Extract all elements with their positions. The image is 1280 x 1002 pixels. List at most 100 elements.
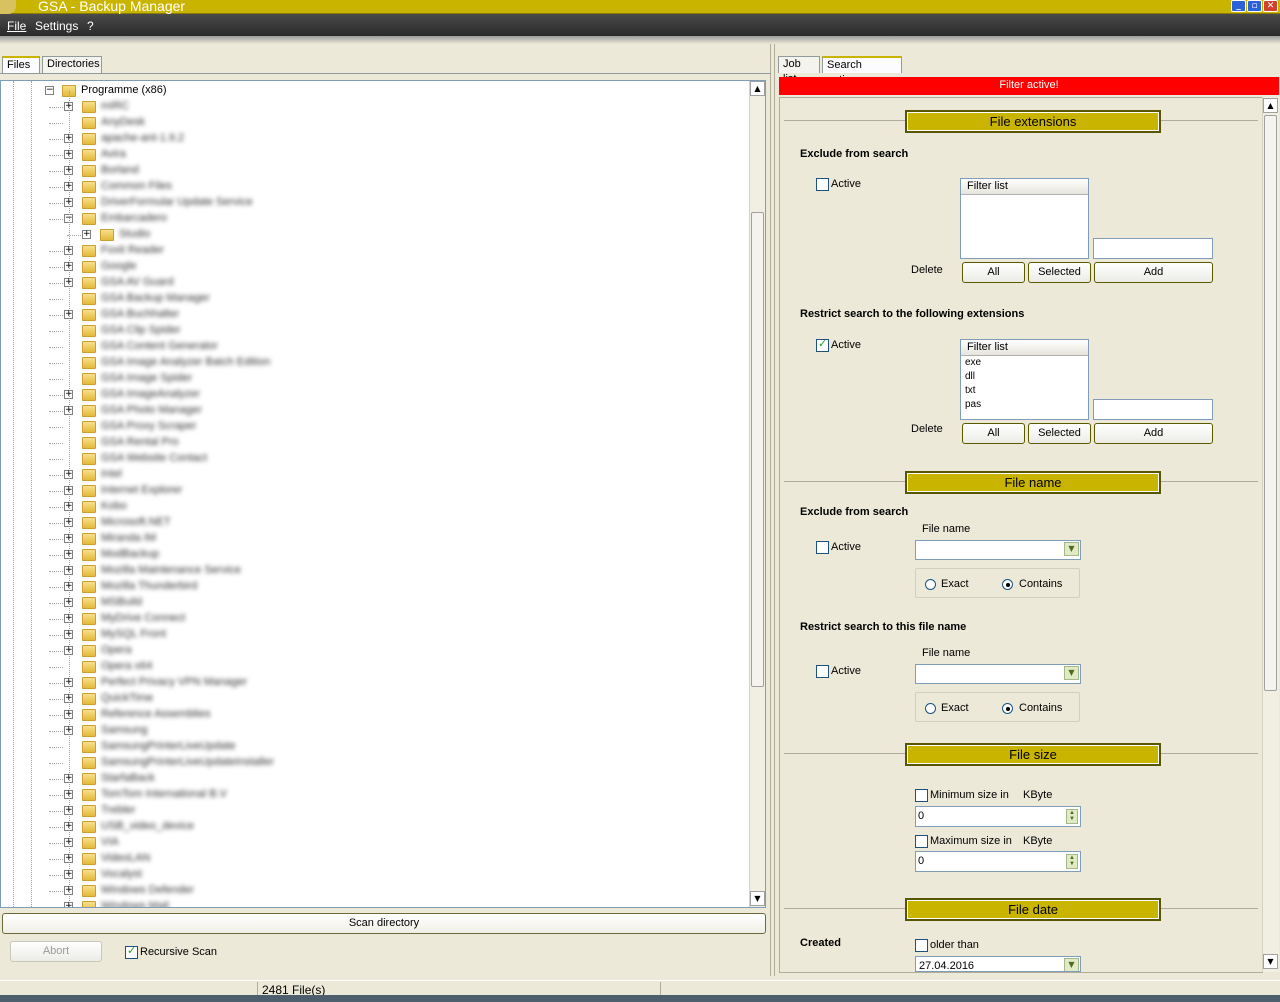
tree-item[interactable]: + Miranda IM — [1, 531, 701, 547]
tree-item[interactable]: + Reference Assemblies — [1, 707, 701, 723]
fname-exclude-combo[interactable]: ▼ — [915, 540, 1081, 560]
tree-item[interactable]: + Borland — [1, 163, 701, 179]
fname-restrict-contains-radio[interactable] — [1002, 703, 1013, 714]
minimize-icon[interactable]: _ — [1231, 0, 1246, 12]
menu-settings[interactable]: Settings — [35, 19, 78, 33]
tree-item[interactable]: GSA Image Spider — [1, 371, 701, 387]
tree-item[interactable]: + MSBuild — [1, 595, 701, 611]
tree-item[interactable]: + StarfaBack — [1, 771, 701, 787]
maximize-icon[interactable]: ▫ — [1247, 0, 1262, 12]
tree-item[interactable]: Opera x64 — [1, 659, 701, 675]
options-scrollbar[interactable]: ▲ ▼ — [1262, 97, 1279, 972]
tree-item[interactable]: + Windows Defender — [1, 883, 701, 899]
tree-item[interactable]: GSA Image Analyzer Batch Edition — [1, 355, 701, 371]
ext-exclude-filter-list[interactable]: Filter list — [960, 178, 1089, 259]
tree-item[interactable]: + mIRC — [1, 99, 701, 115]
tree-item[interactable]: SamsungPrinterLiveUpdate — [1, 739, 701, 755]
fname-restrict-combo[interactable]: ▼ — [915, 664, 1081, 684]
tree-item[interactable]: GSA Website Contact — [1, 451, 701, 467]
tree-item[interactable]: + Internet Explorer — [1, 483, 701, 499]
tree-item[interactable]: + Windows Mail — [1, 899, 701, 907]
tree-item[interactable]: + MyDrive Connect — [1, 611, 701, 627]
tree-item[interactable]: + apache-ant-1.9.2 — [1, 131, 701, 147]
tree-scrollbar[interactable]: ▲ ▼ — [749, 81, 765, 907]
chevron-down-icon[interactable]: ▼ — [1064, 542, 1079, 556]
abort-button[interactable]: Abort — [10, 941, 102, 962]
spinner-icon[interactable]: ▲ ▼ — [1066, 854, 1078, 869]
chevron-down-icon[interactable]: ▼ — [1064, 958, 1079, 971]
tree-item[interactable]: + ModBackup — [1, 547, 701, 563]
tree-item[interactable]: + Perfect Privacy VPN Manager — [1, 675, 701, 691]
scroll-down-icon[interactable]: ▼ — [750, 891, 765, 906]
list-item[interactable]: dll — [961, 370, 1088, 384]
tree-item[interactable]: SamsungPrinterLiveUpdateInstaller — [1, 755, 701, 771]
tree-item[interactable]: GSA Clip Spider — [1, 323, 701, 339]
tree-item[interactable]: + GSA AV Guard — [1, 275, 701, 291]
tree-item[interactable]: + Common Files — [1, 179, 701, 195]
ext-restrict-input[interactable] — [1093, 399, 1213, 420]
ext-exclude-add-button[interactable]: Add — [1094, 262, 1213, 283]
list-item[interactable]: txt — [961, 384, 1088, 398]
menu-file[interactable]: File — [7, 19, 26, 33]
tree-item[interactable]: GSA Content Generator — [1, 339, 701, 355]
scroll-thumb[interactable] — [1264, 115, 1277, 691]
ext-restrict-active-checkbox[interactable] — [816, 337, 829, 352]
ext-exclude-input[interactable] — [1093, 238, 1213, 259]
ext-restrict-selected-button[interactable]: Selected — [1028, 423, 1091, 444]
list-item[interactable]: exe — [961, 356, 1088, 370]
fname-exclude-contains-radio[interactable] — [1002, 579, 1013, 590]
scroll-down-icon[interactable]: ▼ — [1263, 954, 1278, 969]
tab-search-options[interactable]: Search options — [822, 56, 902, 86]
app-icon[interactable] — [0, 0, 16, 14]
tree-item[interactable]: + DriverFormular Update Service — [1, 195, 701, 211]
tree-item[interactable]: GSA Backup Manager — [1, 291, 701, 307]
collapse-icon[interactable]: − — [45, 86, 54, 95]
ext-restrict-add-button[interactable]: Add — [1094, 423, 1213, 444]
tree-item[interactable]: + Avira — [1, 147, 701, 163]
tree-item[interactable]: + Intel — [1, 467, 701, 483]
chevron-down-icon[interactable]: ▼ — [1064, 666, 1079, 680]
tree-item[interactable]: + USB_video_device — [1, 819, 701, 835]
close-icon[interactable]: ✕ — [1263, 0, 1278, 12]
max-size-input[interactable]: 0 ▲ ▼ — [915, 851, 1081, 872]
tree-item[interactable]: − Embarcadero — [1, 211, 701, 227]
directory-tree[interactable]: − Programme (x86) + mIRC AnyDesk + apache-an… — [0, 80, 766, 908]
menu-help[interactable]: ? — [87, 19, 94, 33]
scroll-thumb[interactable] — [751, 212, 764, 687]
ext-exclude-selected-button[interactable]: Selected — [1028, 262, 1091, 283]
min-size-input[interactable]: 0 ▲ ▼ — [915, 806, 1081, 827]
tree-item[interactable]: + VideoLAN — [1, 851, 701, 867]
scroll-up-icon[interactable]: ▲ — [1263, 98, 1278, 113]
tree-item[interactable]: + GSA Buchhalter — [1, 307, 701, 323]
tree-item[interactable]: + GSA Photo Manager — [1, 403, 701, 419]
tree-item[interactable]: + TomTom International B.V — [1, 787, 701, 803]
tree-item[interactable]: + Kobo — [1, 499, 701, 515]
list-item[interactable]: pas — [961, 398, 1088, 412]
ext-exclude-all-button[interactable]: All — [962, 262, 1025, 283]
tree-item[interactable]: + Mozilla Maintenance Service — [1, 563, 701, 579]
scroll-up-icon[interactable]: ▲ — [750, 81, 765, 96]
older-than-checkbox[interactable] — [915, 939, 928, 952]
tree-item[interactable]: + Foxit Reader — [1, 243, 701, 259]
tree-item[interactable]: + Opera — [1, 643, 701, 659]
tree-item[interactable]: + Mozilla Thunderbird — [1, 579, 701, 595]
tree-item[interactable]: + MySQL Front — [1, 627, 701, 643]
spinner-icon[interactable]: ▲ ▼ — [1066, 809, 1078, 824]
fname-restrict-active-checkbox[interactable] — [816, 665, 829, 678]
tree-item[interactable]: + QuickTime — [1, 691, 701, 707]
tab-job-list[interactable]: Job list — [778, 56, 820, 85]
ext-restrict-filter-list[interactable]: Filter list exe dll txt pas — [960, 339, 1089, 420]
tree-item[interactable]: GSA Rental Pro — [1, 435, 701, 451]
recursive-scan-checkbox[interactable] — [125, 944, 138, 959]
min-size-checkbox[interactable] — [915, 789, 928, 802]
tree-item[interactable]: + Vocalyst — [1, 867, 701, 883]
scan-directory-button[interactable]: Scan directory — [2, 913, 766, 934]
max-size-checkbox[interactable] — [915, 835, 928, 848]
tree-item[interactable]: + Google — [1, 259, 701, 275]
tree-item[interactable]: + VIA — [1, 835, 701, 851]
tab-directories[interactable]: Directories — [42, 56, 102, 73]
fname-exclude-active-checkbox[interactable] — [816, 541, 829, 554]
tab-files[interactable]: Files — [2, 56, 40, 73]
expand-icon[interactable]: + — [82, 230, 91, 239]
date-picker[interactable]: 27.04.2016 ▼ — [915, 956, 1081, 972]
